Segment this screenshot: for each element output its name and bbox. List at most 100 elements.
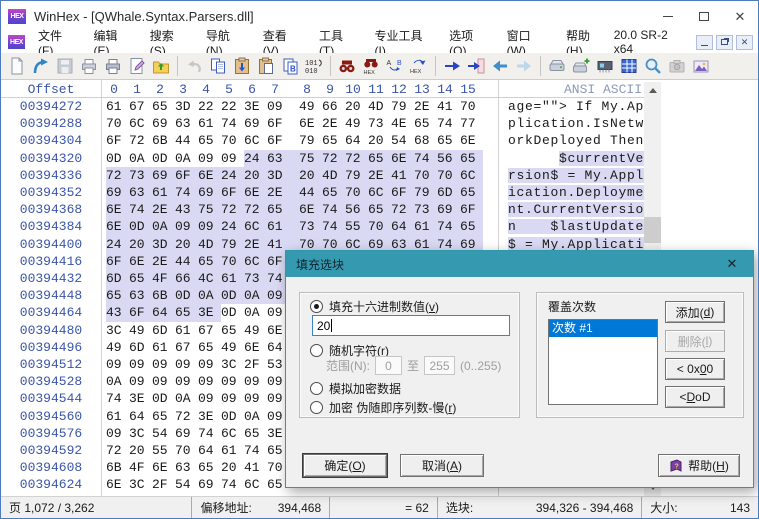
hex-byte[interactable]: 0A	[244, 287, 267, 305]
hex-byte[interactable]: 74	[129, 201, 152, 219]
hex-byte[interactable]: 64	[391, 218, 414, 236]
hex-byte[interactable]: 65	[129, 270, 152, 288]
hex-byte[interactable]: 79	[391, 98, 414, 115]
hex-byte[interactable]: 4D	[368, 98, 391, 115]
ascii-cell[interactable]: $currentVe	[508, 150, 645, 167]
hex-byte[interactable]: 09	[221, 390, 244, 407]
hex-byte[interactable]: 65	[198, 252, 221, 270]
hex-byte[interactable]: 6F	[221, 184, 244, 202]
hex-byte[interactable]: 61	[267, 218, 290, 236]
hex-byte[interactable]: 3E	[198, 408, 221, 425]
hex-byte[interactable]: 54	[152, 425, 175, 442]
find-text-icon[interactable]	[335, 54, 359, 78]
hex-byte[interactable]: 64	[129, 408, 152, 425]
hex-byte[interactable]: 63	[175, 115, 198, 132]
hex-byte[interactable]: 3E	[244, 98, 267, 115]
hex-byte[interactable]: 49	[244, 322, 267, 339]
hex-byte[interactable]: 0D	[129, 218, 152, 236]
hex-byte[interactable]: 2E	[152, 252, 175, 270]
hex-byte[interactable]: 09	[106, 356, 129, 373]
hex-byte[interactable]: 73	[299, 218, 322, 236]
hex-byte[interactable]: 20	[175, 235, 198, 253]
hex-byte[interactable]: 6F	[460, 201, 483, 219]
hex-byte[interactable]: 0A	[175, 150, 198, 167]
hex-byte[interactable]: 43	[175, 201, 198, 219]
hex-byte[interactable]: 22	[221, 98, 244, 115]
hex-byte[interactable]: 6E	[299, 115, 322, 132]
hex-byte[interactable]: 09	[221, 150, 244, 167]
hex-byte[interactable]: 61	[221, 442, 244, 459]
hex-byte[interactable]: 0A	[244, 304, 267, 321]
hex-byte[interactable]: 3E	[198, 304, 221, 322]
hex-byte[interactable]: 69	[175, 425, 198, 442]
hex-byte[interactable]: 49	[299, 98, 322, 115]
hex-byte[interactable]: 61	[221, 270, 244, 288]
hex-byte[interactable]: 65	[460, 218, 483, 236]
hex-byte[interactable]: 6F	[267, 115, 290, 132]
continue-search-icon[interactable]: AB	[383, 54, 407, 78]
hex-byte[interactable]: 0A	[175, 390, 198, 407]
hex-byte[interactable]: 65	[414, 115, 437, 132]
hex-byte[interactable]: 70	[460, 98, 483, 115]
hex-byte[interactable]: 79	[299, 132, 322, 149]
help-button[interactable]: ? 帮助(H)	[658, 454, 740, 477]
hex-byte[interactable]: 65	[244, 425, 267, 442]
hex-byte[interactable]: 09	[267, 98, 290, 115]
hex-byte[interactable]: 74	[175, 184, 198, 202]
hex-byte[interactable]: 65	[198, 459, 221, 476]
ascii-cell[interactable]: plication.IsNetw	[508, 115, 644, 132]
hex-byte[interactable]: 74	[244, 442, 267, 459]
hex-byte[interactable]: 72	[129, 132, 152, 149]
hex-byte[interactable]: 09	[152, 356, 175, 373]
status-size[interactable]: 大小: 143	[642, 497, 758, 518]
radio-simulate-encrypted[interactable]: 模拟加密数据	[310, 381, 401, 396]
hex-byte[interactable]: 6D	[129, 339, 152, 356]
hex-byte[interactable]: 3D	[175, 98, 198, 115]
hex-byte[interactable]: 61	[414, 218, 437, 236]
hex-byte[interactable]: 70	[437, 166, 460, 184]
hex-byte[interactable]: 67	[198, 322, 221, 339]
hex-byte[interactable]: 4E	[391, 115, 414, 132]
hex-byte[interactable]: 4D	[322, 166, 345, 184]
hex-byte[interactable]: 6C	[244, 132, 267, 149]
hex-byte[interactable]: 54	[175, 476, 198, 493]
open-file-icon[interactable]	[29, 54, 53, 78]
hex-byte[interactable]: 49	[345, 115, 368, 132]
hex-byte[interactable]: 6C	[129, 115, 152, 132]
hex-byte[interactable]: 09	[198, 390, 221, 407]
hex-byte[interactable]: 65	[152, 98, 175, 115]
hex-byte[interactable]: 65	[175, 304, 198, 322]
document-logo-icon[interactable]: HEX	[8, 35, 25, 49]
hex-byte[interactable]: 72	[391, 201, 414, 219]
hex-byte[interactable]: 44	[175, 252, 198, 270]
hex-byte[interactable]: 6C	[368, 184, 391, 202]
minimize-button[interactable]	[650, 1, 686, 31]
hex-byte[interactable]: 6C	[244, 476, 267, 493]
back-icon[interactable]	[488, 54, 512, 78]
scroll-up-button[interactable]	[644, 82, 661, 99]
hex-byte[interactable]: 72	[322, 149, 345, 167]
hex-byte[interactable]: 6D	[152, 322, 175, 339]
hex-byte[interactable]: 3D	[267, 166, 290, 184]
hex-byte[interactable]: 20	[368, 132, 391, 149]
hex-byte[interactable]: 69	[244, 115, 267, 132]
hex-byte[interactable]: 0D	[221, 408, 244, 425]
overwrite-count-listbox[interactable]: 次数 #1	[548, 319, 658, 405]
hex-byte[interactable]: 79	[345, 166, 368, 184]
hex-byte[interactable]: 4D	[198, 235, 221, 253]
hex-byte[interactable]: 0D	[152, 150, 175, 167]
open-ram-icon[interactable]	[593, 54, 617, 78]
hex-byte[interactable]: 6F	[129, 304, 152, 322]
hex-byte[interactable]: 3C	[221, 356, 244, 373]
hex-byte[interactable]: 65	[198, 132, 221, 149]
hex-byte[interactable]: 72	[345, 149, 368, 167]
hex-byte[interactable]: 65	[460, 184, 483, 202]
hex-byte[interactable]: 0D	[221, 287, 244, 305]
hex-byte[interactable]: 0D	[106, 150, 129, 167]
hex-byte[interactable]: 20	[244, 166, 267, 184]
hex-byte[interactable]: 20	[129, 235, 152, 253]
range-from-input[interactable]: 0	[375, 356, 402, 375]
hex-byte[interactable]: 75	[198, 201, 221, 219]
hex-byte[interactable]: 6B	[152, 132, 175, 149]
hex-byte[interactable]: 20	[299, 166, 322, 184]
